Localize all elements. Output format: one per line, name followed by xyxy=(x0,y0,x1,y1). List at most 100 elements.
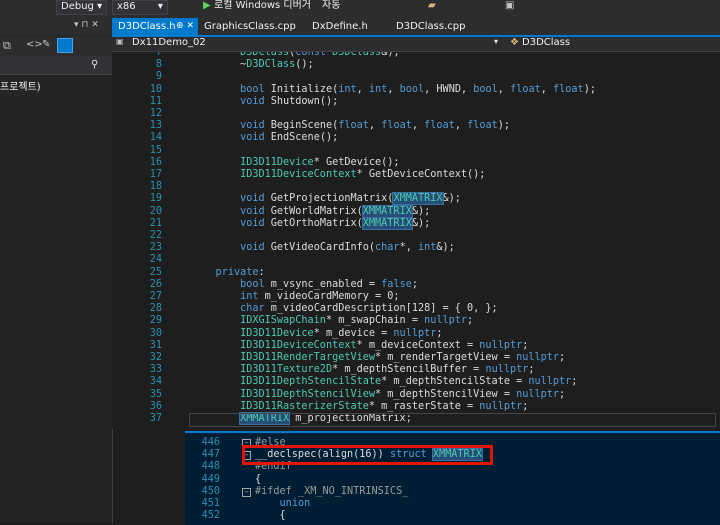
code-line[interactable]: 37 XMMATRIX m_projectionMatrix; xyxy=(112,412,720,427)
tool-icon[interactable]: ▣ xyxy=(505,0,514,13)
platform-dropdown[interactable]: x86 ▾ xyxy=(112,0,168,15)
code-line[interactable]: 18 xyxy=(112,181,720,193)
project-dropdown[interactable]: Dx11Demo_02 xyxy=(132,37,206,48)
code-line[interactable]: 33 ID3D11Texture2D* m_depthStencilBuffer… xyxy=(112,364,720,376)
line-number: 448 xyxy=(201,461,220,473)
line-number: 8 xyxy=(155,59,162,71)
code-text: ID3D11Device* GetDevice(); xyxy=(240,156,400,168)
line-number: 32 xyxy=(149,352,162,363)
chevron-down-icon[interactable]: ▾ xyxy=(494,37,498,46)
platform-value: x86 xyxy=(117,1,136,12)
tree-item-project[interactable]: 프로젝트) xyxy=(0,78,41,93)
code-line[interactable]: 31 ID3D11DeviceContext* m_deviceContext … xyxy=(112,340,720,352)
line-number: 451 xyxy=(201,498,220,509)
line-number: 17 xyxy=(149,169,162,180)
code-line[interactable]: 24 xyxy=(112,254,720,266)
line-number: 10 xyxy=(149,83,162,95)
code-text: { xyxy=(255,510,286,522)
code-line[interactable]: 34 ID3D11DepthStencilState* m_depthStenc… xyxy=(112,376,720,388)
play-icon[interactable]: ▶ xyxy=(203,0,211,13)
highlight-annotation-box xyxy=(242,445,493,465)
code-line[interactable]: 27 int m_videoCardMemory = 0; xyxy=(112,291,720,303)
line-number: 9 xyxy=(155,71,162,83)
code-text: bool Initialize(int, int, bool, HWND, bo… xyxy=(240,83,596,95)
config-dropdown[interactable]: Debug ▾ xyxy=(56,0,108,15)
line-number: 19 xyxy=(149,193,162,205)
line-number: 33 xyxy=(149,364,162,376)
code-line[interactable]: 11 void Shutdown(); xyxy=(112,96,720,108)
code-text: ID3D11DepthStencilView* m_depthStencilVi… xyxy=(240,388,566,400)
code-text: int m_videoCardMemory = 0; xyxy=(240,291,400,302)
peek-code-line[interactable]: 451 union xyxy=(185,498,720,510)
panel-pin-controls[interactable]: ▾ ⊓ ✕ xyxy=(74,20,99,30)
line-number: 13 xyxy=(149,120,162,132)
properties-icon[interactable] xyxy=(57,38,73,53)
scope-dropdown[interactable]: D3DClass xyxy=(522,37,570,48)
line-number: 16 xyxy=(149,156,162,168)
code-text: void Shutdown(); xyxy=(240,95,339,107)
expand-icon[interactable]: − xyxy=(242,487,251,497)
code-text: ID3D11RasterizerState* m_rasterState = n… xyxy=(240,400,529,412)
line-number: 37 xyxy=(149,413,162,424)
tab-d3dclass-h[interactable]: D3DClass.h ⊕ ✕ xyxy=(112,18,198,35)
code-line[interactable]: 29 IDXGISwapChain* m_swapChain = nullptr… xyxy=(112,315,720,327)
code-line[interactable]: 36 ID3D11RasterizerState* m_rasterState … xyxy=(112,401,720,413)
peek-code-line[interactable]: 450 #ifdef _XM_NO_INTRINSICS_ − xyxy=(185,486,720,498)
code-text: ~D3DClass(); xyxy=(191,59,314,71)
code-line[interactable]: 14 void EndScene(); xyxy=(112,132,720,144)
peek-code-line[interactable]: 452 { xyxy=(185,510,720,522)
line-number: 36 xyxy=(149,400,162,412)
tab-d3dclass-cpp[interactable]: D3DClass.cpp xyxy=(390,18,471,35)
code-line[interactable]: 10 bool Initialize(int, int, bool, HWND,… xyxy=(112,84,720,96)
folder-icon[interactable]: ▰ xyxy=(428,0,436,13)
code-line[interactable]: 35 ID3D11DepthStencilView* m_depthStenci… xyxy=(112,389,720,401)
code-line[interactable]: 25 private: xyxy=(112,267,720,279)
code-text: char m_videoCardDescription[128] = { 0, … xyxy=(240,303,498,315)
line-number: 447 xyxy=(201,449,220,461)
run-debugger-button[interactable]: 로컬 Windows 디버거 xyxy=(214,0,311,13)
code-text: void EndScene(); xyxy=(240,132,339,144)
code-line[interactable]: 28 char m_videoCardDescription[128] = { … xyxy=(112,303,720,315)
code-line[interactable]: 30 ID3D11Device* m_device = nullptr; xyxy=(112,328,720,340)
peek-code-line[interactable]: 449 { xyxy=(185,474,720,486)
solution-explorer-panel: ▾ ⊓ ✕ ⧉ <> ✎ ⚲ 프로젝트) xyxy=(0,18,113,523)
code-line[interactable]: 7 D3DClass(const D3DClass&); xyxy=(112,52,720,59)
code-line[interactable]: 12 xyxy=(112,108,720,120)
navigation-bar: ▣ Dx11Demo_02 ▾ ❖ D3DClass xyxy=(112,37,720,52)
copy-icon[interactable]: ⧉ xyxy=(3,39,11,53)
line-number: 34 xyxy=(149,376,162,388)
run-mode-dropdown[interactable]: 자동 xyxy=(322,0,340,13)
code-text: ID3D11DeviceContext* m_deviceContext = n… xyxy=(240,339,529,351)
config-value: Debug xyxy=(61,1,94,12)
code-line[interactable]: 15 xyxy=(112,145,720,157)
code-editor[interactable]: 7 D3DClass(const D3DClass&); 8 ~D3DClass(… xyxy=(112,52,720,429)
code-line[interactable]: 17 ID3D11DeviceContext* GetDeviceContext… xyxy=(112,169,720,181)
code-line[interactable]: 8 ~D3DClass(); xyxy=(112,59,720,71)
code-line[interactable]: 21 void GetOrthoMatrix(XMMATRIX&); xyxy=(112,216,720,230)
document-tabs: D3DClass.h ⊕ ✕ GraphicsClass.cpp DxDefin… xyxy=(112,18,720,37)
code-line[interactable]: 26 bool m_vsync_enabled = false; xyxy=(112,279,720,291)
code-line[interactable]: 23 void GetVideoCardInfo(char*, int&); xyxy=(112,242,720,254)
wrench-icon[interactable]: ✎ xyxy=(42,39,50,50)
code-line[interactable]: 16 ID3D11Device* GetDevice(); xyxy=(112,157,720,169)
code-text: { xyxy=(255,473,262,485)
code-text: void GetOrthoMatrix(XMMATRIX&); xyxy=(240,216,431,230)
tab-dxdefine-h[interactable]: DxDefine.h xyxy=(306,18,374,35)
code-text: union xyxy=(279,498,311,509)
tab-graphicsclass-cpp[interactable]: GraphicsClass.cpp xyxy=(198,18,302,35)
code-text: ID3D11DeviceContext* GetDeviceContext(); xyxy=(240,169,486,180)
current-line-indicator xyxy=(189,413,716,427)
line-number: 446 xyxy=(201,437,220,448)
code-text: D3DClass(const D3DClass&); xyxy=(240,52,400,58)
code-line[interactable]: 22 xyxy=(112,230,720,242)
code-line[interactable]: 20 void GetWorldMatrix(XMMATRIX&); xyxy=(112,204,720,218)
code-icon[interactable]: <> xyxy=(26,39,43,50)
code-text: ID3D11Texture2D* m_depthStencilBuffer = … xyxy=(240,364,535,376)
tab-pin-close-icons[interactable]: ⊕ ✕ xyxy=(176,18,194,35)
panel-search-box[interactable]: ⚲ xyxy=(0,56,112,75)
code-line[interactable]: 32 ID3D11RenderTargetView* m_renderTarge… xyxy=(112,352,720,364)
line-number: 449 xyxy=(201,473,220,485)
code-line[interactable]: 19 void GetProjectionMatrix(XMMATRIX&); xyxy=(112,192,720,206)
code-line[interactable]: 13 void BeginScene(float, float, float, … xyxy=(112,120,720,132)
code-line[interactable]: 9 xyxy=(112,71,720,83)
